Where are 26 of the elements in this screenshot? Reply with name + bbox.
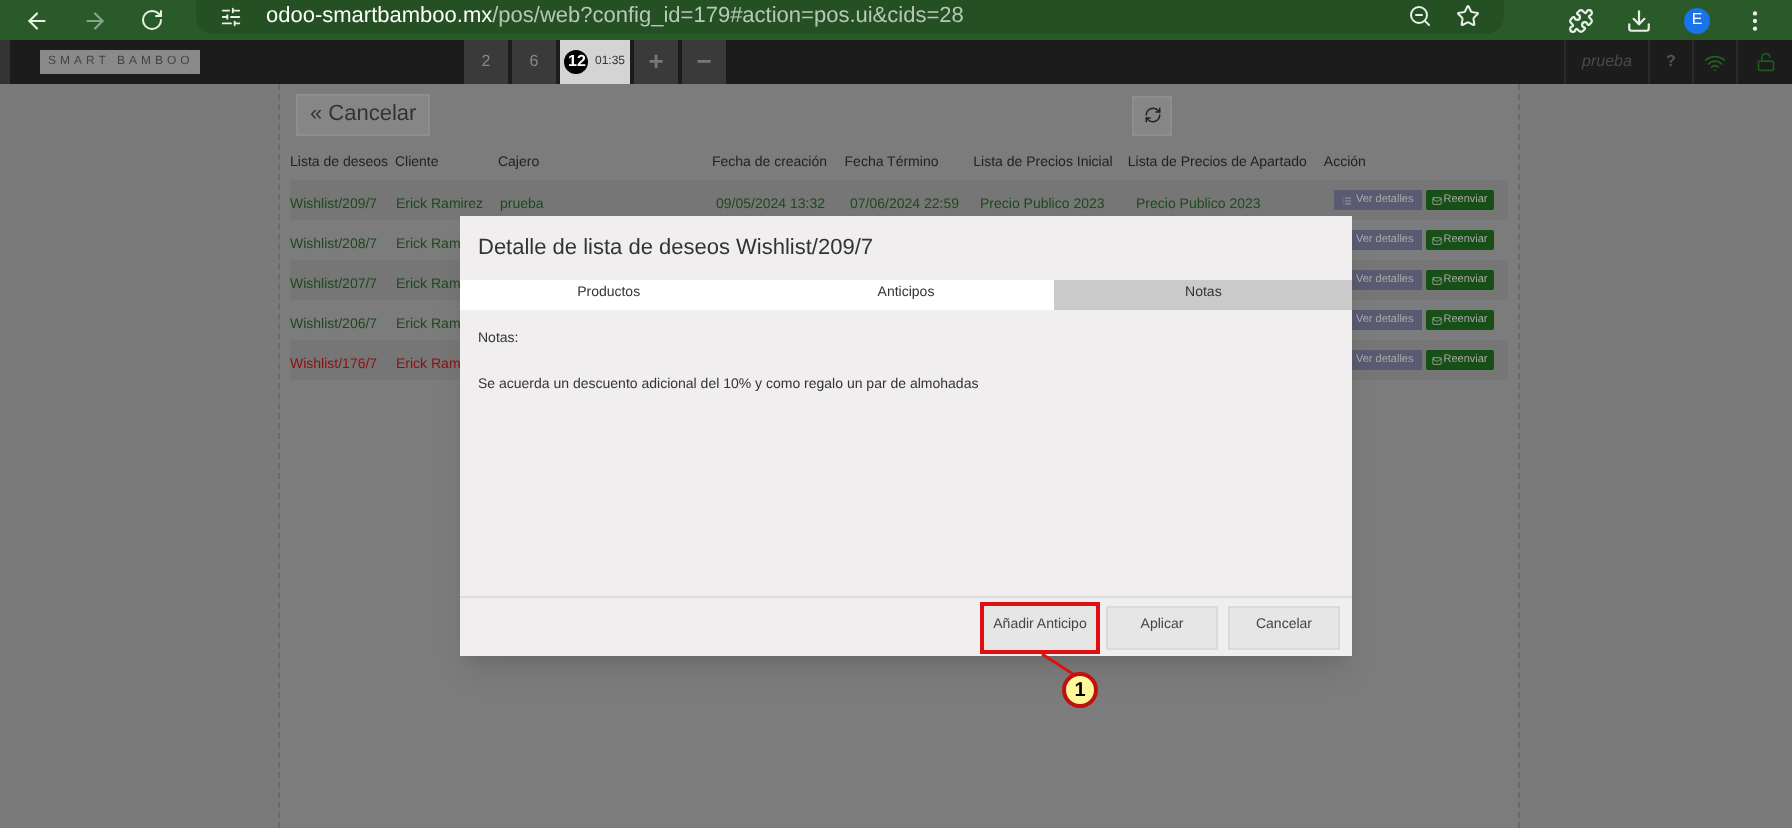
mail-icon — [1431, 275, 1442, 285]
cancel-button[interactable]: « Cancelar — [296, 94, 431, 136]
refresh-button[interactable] — [1132, 95, 1172, 135]
order-tab[interactable]: 6 — [512, 40, 556, 84]
download-icon[interactable] — [1626, 7, 1652, 33]
mail-icon — [1431, 235, 1442, 245]
address-bar[interactable]: odoo-smartbamboo.mx/pos/web?config_id=179#action=pos.ui&cids=28 — [196, 0, 1504, 34]
remove-order-button[interactable]: − — [682, 40, 726, 84]
site-settings-icon[interactable] — [220, 5, 242, 27]
order-tab[interactable]: 2 — [464, 40, 508, 84]
mail-icon — [1431, 315, 1442, 325]
url-text: odoo-smartbamboo.mx/pos/web?config_id=179#action=pos.ui&cids=28 — [266, 1, 964, 32]
extensions-icon[interactable] — [1568, 7, 1594, 33]
wifi-icon — [1704, 51, 1726, 73]
reload-icon[interactable] — [140, 8, 164, 32]
bookmark-star-icon[interactable] — [1456, 4, 1480, 28]
zoom-icon[interactable] — [1408, 4, 1432, 28]
modal-title: Detalle de lista de deseos Wishlist/209/7 — [476, 233, 875, 264]
refresh-icon — [1143, 106, 1161, 124]
add-order-button[interactable]: + — [634, 40, 678, 84]
back-icon[interactable] — [24, 7, 50, 33]
mail-icon — [1431, 355, 1442, 365]
mail-icon — [1431, 195, 1442, 205]
list-icon — [1342, 195, 1352, 205]
profile-avatar[interactable]: E — [1684, 7, 1710, 33]
help-button[interactable]: ? — [1648, 40, 1692, 84]
